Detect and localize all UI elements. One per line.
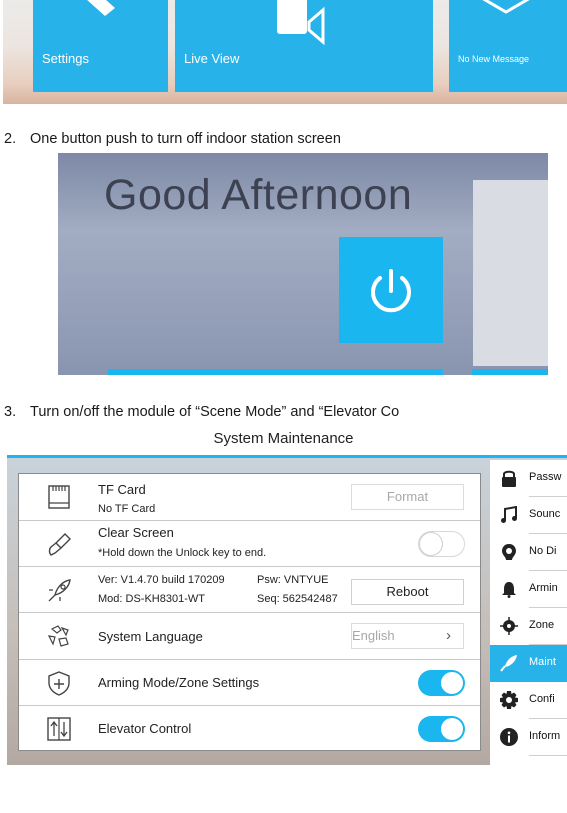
system-maintenance-screenshot: TF Card No TF Card Format Clear Screen *… <box>7 455 567 765</box>
brush-icon <box>48 533 71 556</box>
maintenance-list: TF Card No TF Card Format Clear Screen *… <box>18 473 481 751</box>
elevator-control-label: Elevator Control <box>98 721 192 736</box>
rocket-icon <box>48 579 71 602</box>
globe-language-icon <box>47 625 69 647</box>
sidebar-item-zone[interactable]: Zone <box>490 608 567 645</box>
elevator-control-toggle[interactable] <box>418 716 465 742</box>
sidebar-item-information[interactable]: Inform <box>490 719 567 756</box>
bottom-bar-right <box>472 369 548 375</box>
sd-card-icon <box>48 485 70 509</box>
device-model: Mod: DS-KH8301-WT <box>98 593 205 605</box>
settings-tile[interactable]: Settings <box>33 0 168 92</box>
arming-mode-toggle[interactable] <box>418 670 465 696</box>
sidebar-item-label: Sounc <box>529 508 561 520</box>
lock-icon <box>502 470 516 487</box>
device-password: Psw: VNTYUE <box>257 574 329 586</box>
sidebar-item-do-not-disturb[interactable]: No Di <box>490 534 567 571</box>
clear-screen-title: Clear Screen <box>98 525 174 540</box>
messages-tile[interactable]: No New Message <box>449 0 567 92</box>
clear-screen-toggle[interactable] <box>418 531 465 557</box>
device-serial: Seq: 562542487 <box>257 593 338 605</box>
info-icon <box>500 728 518 746</box>
arming-mode-label: Arming Mode/Zone Settings <box>98 675 260 690</box>
sidebar-item-label: Confi <box>529 693 555 705</box>
sidebar-item-sound[interactable]: Sounc <box>490 497 567 534</box>
toggle-knob <box>419 532 443 556</box>
system-language-row[interactable]: System Language English › <box>19 612 480 659</box>
wrench-icon <box>87 0 115 16</box>
side-panel <box>473 180 548 366</box>
caption-item-2: 2. One button push to turn off indoor sta… <box>4 131 341 147</box>
messages-tile-label: No New Message <box>458 54 530 64</box>
camera-icon <box>277 0 325 46</box>
rocket-icon <box>500 655 517 672</box>
greeting-text: Good Afternoon <box>104 171 413 219</box>
sidebar-item-configuration[interactable]: Confi <box>490 682 567 719</box>
sidebar-item-label: Maint <box>529 656 556 668</box>
arming-mode-row: Arming Mode/Zone Settings <box>19 659 480 705</box>
sidebar-item-arming[interactable]: Armin <box>490 571 567 608</box>
firmware-version: Ver: V1.4.70 build 170209 <box>98 574 225 586</box>
language-value: English <box>352 628 395 643</box>
sidebar-item-label: Zone <box>529 619 555 631</box>
music-note-icon <box>501 506 517 523</box>
sidebar-item-label: No Di <box>529 545 557 557</box>
envelope-icon <box>482 0 530 14</box>
sidebar-item-label: Passw <box>529 471 562 483</box>
elevator-control-row: Elevator Control <box>19 705 480 751</box>
home-screen-screenshot: Settings Live View No New Message <box>3 0 567 104</box>
bottom-bar-left <box>108 369 443 375</box>
toggle-knob <box>440 671 464 695</box>
screen-off-screenshot: Good Afternoon <box>58 153 548 375</box>
tf-card-status: No TF Card <box>98 503 156 515</box>
system-language-label: System Language <box>98 629 203 644</box>
bell-icon <box>502 582 516 598</box>
sidebar-item-label: Inform <box>529 730 561 742</box>
elevator-icon <box>47 717 71 741</box>
divider <box>529 755 567 756</box>
tf-card-row: TF Card No TF Card Format <box>19 474 480 520</box>
shield-plus-icon <box>48 671 70 696</box>
screen-off-button[interactable] <box>339 237 443 343</box>
power-icon <box>371 269 411 313</box>
reboot-button[interactable]: Reboot <box>351 579 464 605</box>
device-info-row: Ver: V1.4.70 build 170209 Psw: VNTYUE Mo… <box>19 566 480 612</box>
accent-line <box>7 455 567 458</box>
clear-screen-hint: *Hold down the Unlock key to end. <box>98 547 267 559</box>
zone-target-icon <box>500 617 518 635</box>
format-button[interactable]: Format <box>351 484 464 510</box>
sidebar-item-label: Armin <box>529 582 558 594</box>
do-not-disturb-icon <box>502 544 516 560</box>
settings-tile-label: Settings <box>42 51 89 66</box>
gear-icon <box>500 691 518 709</box>
caption-item-3: 3. Turn on/off the module of “Scene Mode”… <box>4 404 400 420</box>
chevron-right-icon: › <box>446 627 451 644</box>
system-maintenance-title: System Maintenance <box>213 430 354 447</box>
live-view-tile[interactable]: Live View <box>175 0 433 92</box>
settings-sidebar: Passw Sounc No Di Armin Zone Maint Confi <box>490 460 567 765</box>
tf-card-title: TF Card <box>98 482 146 497</box>
language-select[interactable]: English › <box>351 623 464 649</box>
sidebar-item-maintenance[interactable]: Maint <box>490 645 567 682</box>
live-view-tile-label: Live View <box>184 51 240 66</box>
toggle-knob <box>440 717 464 741</box>
sidebar-item-password[interactable]: Passw <box>490 460 567 497</box>
clear-screen-row: Clear Screen *Hold down the Unlock key t… <box>19 520 480 566</box>
